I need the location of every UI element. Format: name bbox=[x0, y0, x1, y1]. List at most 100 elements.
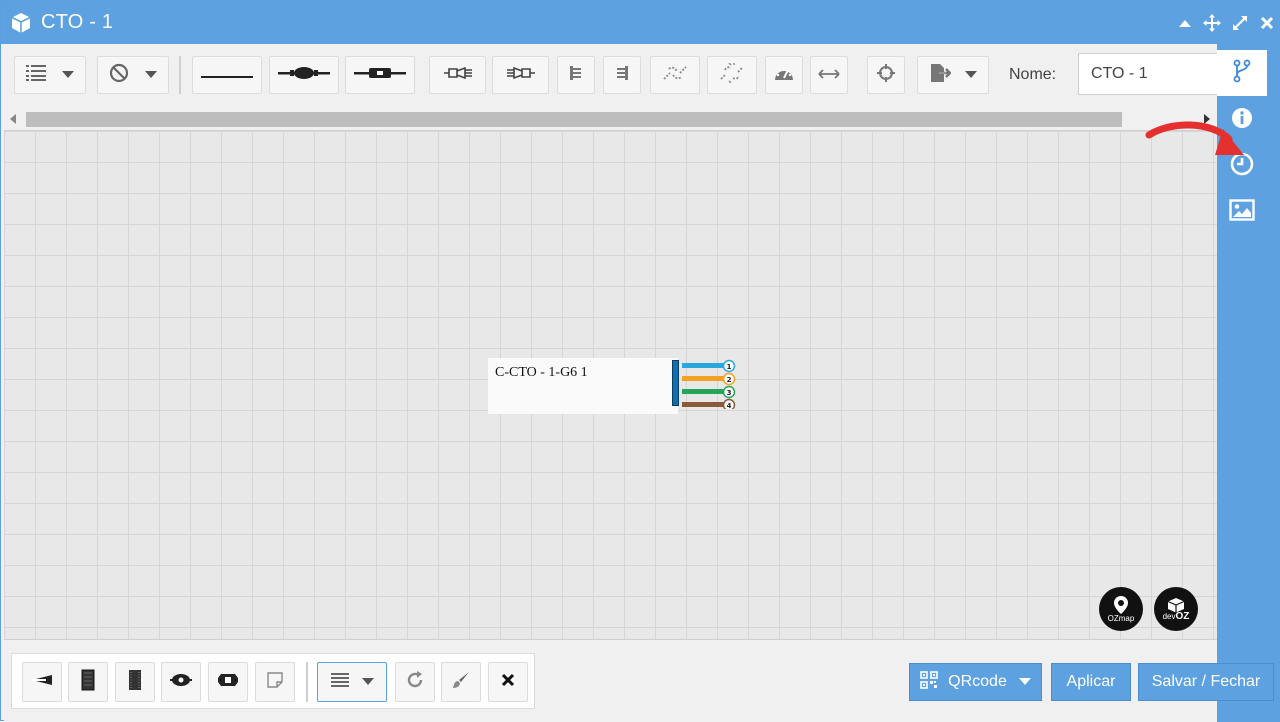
scrollbar-thumb[interactable] bbox=[26, 112, 1122, 127]
cable-line-icon bbox=[201, 66, 253, 84]
fiber-number: 2 bbox=[727, 376, 732, 384]
fiber-line[interactable] bbox=[682, 402, 724, 407]
toolbar: Nome: bbox=[4, 44, 1223, 110]
image-icon bbox=[1229, 198, 1255, 226]
fiber-number: 1 bbox=[727, 363, 732, 371]
export-icon bbox=[929, 63, 952, 88]
sidebar-item-branch[interactable] bbox=[1217, 50, 1267, 96]
fiber-number: 3 bbox=[727, 389, 732, 397]
diagram-canvas[interactable]: C-CTO - 1-G6 1 1 2 3 4 OZmap dev OZ bbox=[4, 130, 1217, 640]
node-label: C-CTO - 1-G6 1 bbox=[495, 365, 588, 380]
fan-in-icon bbox=[615, 64, 629, 87]
apply-button[interactable]: Aplicar bbox=[1051, 663, 1131, 701]
splitter-left-button[interactable] bbox=[429, 56, 486, 94]
scroll-left-icon[interactable] bbox=[10, 114, 16, 124]
rotate-icon bbox=[405, 670, 425, 695]
move-icon[interactable] bbox=[1202, 13, 1222, 33]
connector-icon bbox=[354, 65, 406, 86]
delete-button[interactable] bbox=[488, 662, 528, 702]
tool-cone-button[interactable] bbox=[22, 662, 62, 702]
close-icon[interactable] bbox=[1257, 13, 1277, 33]
cube-icon bbox=[11, 12, 31, 34]
fiber-group[interactable]: 1 2 3 4 bbox=[676, 357, 736, 409]
chevron-down-icon bbox=[1018, 673, 1031, 691]
note-icon bbox=[266, 671, 284, 694]
fiber-number: 4 bbox=[727, 402, 732, 409]
fan-in-button[interactable] bbox=[603, 56, 641, 94]
name-input[interactable] bbox=[1078, 53, 1223, 95]
connector-button[interactable] bbox=[345, 56, 415, 94]
ozmap-logo: OZmap bbox=[1099, 587, 1143, 631]
bottom-divider bbox=[306, 662, 308, 702]
chevron-down-icon bbox=[62, 66, 74, 84]
chevron-down-icon bbox=[362, 673, 374, 691]
tool-eye-button[interactable] bbox=[161, 662, 201, 702]
dio-icon bbox=[128, 669, 142, 696]
splice-icon bbox=[278, 65, 330, 86]
box-connector-icon bbox=[217, 672, 239, 693]
qrcode-label: QRcode bbox=[948, 673, 1007, 690]
horizontal-resize-button[interactable] bbox=[810, 56, 848, 94]
window-title: CTO - 1 bbox=[41, 11, 114, 33]
tool-box-button[interactable] bbox=[208, 662, 248, 702]
unlink-icon bbox=[717, 62, 747, 88]
center-button[interactable] bbox=[867, 56, 905, 94]
chevron-down-icon bbox=[145, 66, 157, 84]
qrcode-icon bbox=[920, 670, 938, 694]
fan-out-button[interactable] bbox=[557, 56, 595, 94]
collapse-up-icon[interactable] bbox=[1175, 13, 1195, 33]
tool-rect-button[interactable] bbox=[68, 662, 108, 702]
splitter-reverse-icon bbox=[506, 65, 536, 86]
fiber-line[interactable] bbox=[682, 363, 724, 368]
close-icon bbox=[501, 673, 515, 692]
horizontal-scrollbar[interactable] bbox=[4, 110, 1217, 129]
gauge-icon bbox=[773, 64, 795, 87]
splice-button[interactable] bbox=[269, 56, 339, 94]
connect-button[interactable] bbox=[650, 56, 700, 94]
block-icon bbox=[109, 63, 129, 88]
cable-node[interactable]: C-CTO - 1-G6 1 bbox=[488, 358, 679, 414]
export-dropdown-button[interactable] bbox=[917, 56, 989, 94]
tool-dio-button[interactable] bbox=[115, 662, 155, 702]
fiber-line[interactable] bbox=[682, 376, 724, 381]
branch-icon bbox=[1233, 59, 1251, 88]
save-close-button[interactable]: Salvar / Fechar bbox=[1138, 663, 1274, 701]
power-meter-button[interactable] bbox=[765, 56, 803, 94]
align-dropdown-button[interactable] bbox=[317, 662, 387, 702]
title-bar[interactable]: CTO - 1 bbox=[1, 1, 1280, 44]
paintbrush-icon bbox=[451, 670, 471, 695]
list-dropdown-button[interactable] bbox=[14, 56, 86, 94]
expand-icon[interactable] bbox=[1230, 13, 1250, 33]
devoz-logo: dev OZ bbox=[1154, 587, 1198, 631]
fan-out-icon bbox=[569, 64, 583, 87]
map-pin-icon bbox=[1114, 596, 1128, 614]
qrcode-dropdown-button[interactable]: QRcode bbox=[909, 663, 1042, 701]
fiber-line[interactable] bbox=[682, 389, 724, 394]
crosshair-icon bbox=[876, 63, 896, 88]
eye-splice-icon bbox=[170, 673, 192, 692]
panel-icon bbox=[81, 669, 95, 696]
ozmap-logo-text: OZmap bbox=[1107, 614, 1135, 623]
devoz-logo-big: OZ bbox=[1175, 611, 1190, 622]
devoz-logo-small: dev bbox=[1162, 612, 1176, 621]
align-icon bbox=[330, 672, 350, 693]
cto-editor-window: CTO - 1 Nome: CTO - 1 C-CTO - 1-G6 1 1 2… bbox=[0, 0, 1280, 722]
list-icon bbox=[26, 64, 46, 86]
block-dropdown-button[interactable] bbox=[97, 56, 169, 94]
disconnect-button[interactable] bbox=[707, 56, 757, 94]
sidebar-item-image[interactable] bbox=[1217, 190, 1267, 234]
splitter-right-button[interactable] bbox=[492, 56, 549, 94]
name-label: Nome: bbox=[1009, 66, 1057, 83]
bottom-bar: QRcode Aplicar Salvar / Fechar bbox=[4, 641, 1274, 722]
toolbar-divider bbox=[179, 56, 181, 94]
drawing-tools-group bbox=[11, 653, 535, 709]
cable-button[interactable] bbox=[192, 56, 262, 94]
rotate-button[interactable] bbox=[395, 662, 435, 702]
cone-icon bbox=[31, 673, 53, 691]
tool-note-button[interactable] bbox=[255, 662, 295, 702]
annotation-arrow bbox=[1145, 121, 1244, 155]
devoz-logo-text: dev OZ bbox=[1162, 611, 1190, 622]
link-icon bbox=[660, 63, 690, 88]
paint-button[interactable] bbox=[441, 662, 481, 702]
chevron-down-icon bbox=[965, 66, 977, 84]
